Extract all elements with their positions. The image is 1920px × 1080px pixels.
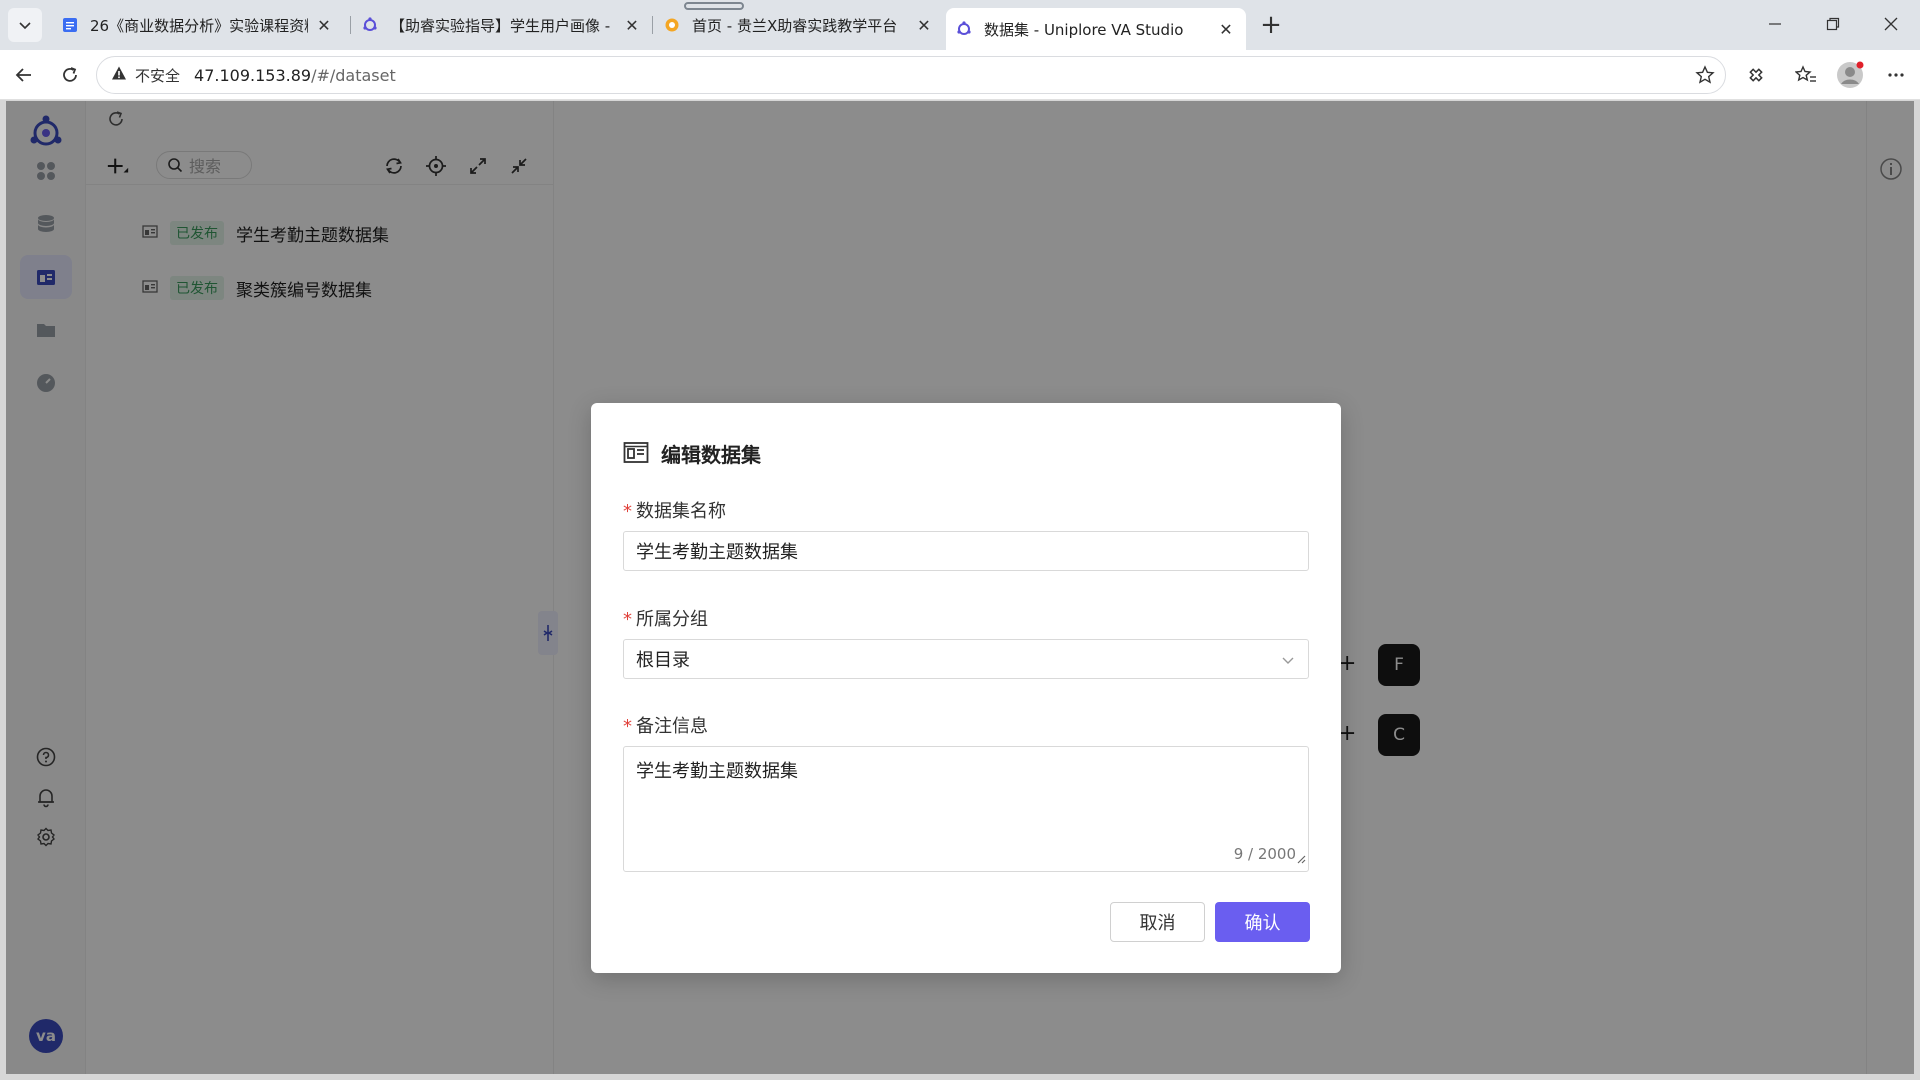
- new-tab-button[interactable]: +: [1256, 10, 1286, 40]
- arrow-left-icon: [15, 68, 31, 82]
- note-value: 学生考勤主题数据集: [636, 761, 798, 782]
- restore-icon: [1826, 17, 1840, 31]
- extensions-icon: [1749, 68, 1763, 82]
- close-icon[interactable]: ✕: [1216, 19, 1236, 39]
- extensions-button[interactable]: [1740, 59, 1772, 91]
- insecure-label: 不安全: [135, 66, 181, 85]
- close-icon[interactable]: ✕: [314, 15, 334, 35]
- group-select-value: 根目录: [636, 650, 690, 671]
- close-icon[interactable]: ✕: [622, 15, 642, 35]
- minimize-icon: [1769, 23, 1781, 25]
- dialog-header: 编辑数据集: [623, 439, 761, 468]
- star-icon[interactable]: [1695, 65, 1715, 89]
- note-textarea[interactable]: 学生考勤主题数据集 9 / 2000: [623, 746, 1309, 872]
- tab-separator: [350, 16, 351, 34]
- close-icon: [1884, 17, 1898, 31]
- dialog-title: 编辑数据集: [661, 443, 761, 467]
- dataset-name-value: 学生考勤主题数据集: [636, 542, 798, 563]
- uniplore-icon: [956, 21, 972, 37]
- platform-icon: [664, 17, 680, 33]
- url-path: /#/dataset: [311, 65, 396, 85]
- tab-list-dropdown[interactable]: [8, 8, 42, 42]
- more-button[interactable]: [1880, 59, 1912, 91]
- profile-button[interactable]: [1834, 59, 1866, 91]
- browser-tab-guide[interactable]: 【助睿实验指导】学生用户画像 - : ✕: [352, 8, 652, 42]
- doc-icon: [62, 17, 78, 33]
- group-field-label: * 所属分组: [623, 605, 708, 631]
- chevron-down-icon: [19, 22, 31, 30]
- uniplore-icon: [362, 17, 378, 33]
- url-field[interactable]: 不安全 47.109.153.89/#/dataset: [96, 56, 1726, 94]
- tab-separator: [652, 16, 653, 34]
- restore-button[interactable]: [1810, 8, 1856, 40]
- app-window: va 搜索 已发布 学生考勤主题数据集 已发布 聚类簇编号数据集 + F + C…: [6, 101, 1914, 1074]
- required-mark: *: [623, 501, 632, 522]
- favorites-icon: [1795, 65, 1816, 82]
- profile-icon: [1837, 61, 1864, 88]
- warning-icon: [111, 65, 127, 85]
- back-button[interactable]: [8, 59, 40, 91]
- confirm-button[interactable]: 确认: [1215, 902, 1310, 942]
- character-counter: 9 / 2000: [1233, 845, 1296, 863]
- resize-grip-icon[interactable]: [1296, 848, 1306, 869]
- browser-tab-platform[interactable]: 首页 - 贵兰X助睿实践教学平台 ✕: [654, 8, 944, 42]
- minimize-button[interactable]: [1752, 8, 1798, 40]
- address-bar: 不安全 47.109.153.89/#/dataset: [0, 50, 1920, 100]
- browser-tab-course-doc[interactable]: 26《商业数据分析》实验课程资料 ✕: [52, 8, 344, 42]
- favorites-button[interactable]: [1790, 59, 1822, 91]
- required-mark: *: [623, 716, 632, 737]
- group-select[interactable]: 根目录: [623, 639, 1309, 679]
- edit-dataset-dialog: 编辑数据集 * 数据集名称 学生考勤主题数据集 * 所属分组 根目录 * 备注信息 学…: [591, 403, 1341, 973]
- url-host: 47.109.153.89: [194, 65, 312, 85]
- chevron-down-icon: [1280, 652, 1296, 673]
- dataset-icon: [623, 440, 649, 468]
- name-field-label: * 数据集名称: [623, 497, 726, 523]
- dataset-name-input[interactable]: 学生考勤主题数据集: [623, 531, 1309, 571]
- note-label-text: 备注信息: [636, 716, 708, 737]
- tab-label: 26《商业数据分析》实验课程资料: [90, 16, 308, 35]
- required-mark: *: [623, 609, 632, 630]
- browser-tab-bar: 26《商业数据分析》实验课程资料 ✕ 【助睿实验指导】学生用户画像 - : ✕ …: [0, 0, 1920, 50]
- group-label-text: 所属分组: [636, 609, 708, 630]
- reload-icon: [63, 67, 77, 82]
- window-close-button[interactable]: [1868, 8, 1914, 40]
- cancel-button[interactable]: 取消: [1110, 902, 1205, 942]
- tab-label: 数据集 - Uniplore VA Studio: [984, 20, 1184, 39]
- browser-tab-dataset[interactable]: 数据集 - Uniplore VA Studio ✕: [946, 8, 1246, 50]
- tab-label: 【助睿实验指导】学生用户画像 - :: [390, 16, 616, 35]
- close-icon[interactable]: ✕: [914, 15, 934, 35]
- reload-button[interactable]: [54, 59, 86, 91]
- name-label-text: 数据集名称: [636, 501, 726, 522]
- tab-label: 首页 - 贵兰X助睿实践教学平台: [692, 16, 898, 35]
- more-icon: [1888, 73, 1904, 77]
- note-field-label: * 备注信息: [623, 712, 708, 738]
